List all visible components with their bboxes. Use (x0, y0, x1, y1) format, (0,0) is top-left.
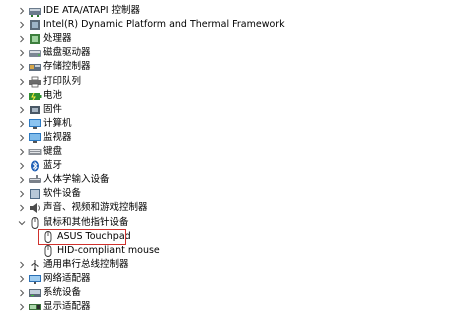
category-item[interactable]: 人体学输入设备 (0, 173, 451, 187)
item-label: 鼠标和其他指针设备 (43, 216, 129, 228)
chevron-right-icon[interactable] (17, 131, 27, 145)
chevron-right-icon[interactable] (17, 103, 27, 117)
monitor-icon (28, 132, 42, 144)
category-item[interactable]: 蓝牙 (0, 159, 451, 173)
item-label: IDE ATA/ATAPI 控制器 (43, 5, 141, 16)
device-tree: IDE ATA/ATAPI 控制器 Intel(R) Dynamic Platfo… (0, 0, 451, 312)
chevron-right-icon[interactable] (17, 46, 27, 60)
chevron-right-icon[interactable] (17, 4, 27, 18)
category-item[interactable]: 打印队列 (0, 75, 451, 89)
chevron-down-icon[interactable] (17, 216, 27, 230)
item-label: 固件 (43, 103, 63, 115)
hid-icon (28, 174, 42, 186)
item-label: HID-compliant mouse (57, 244, 160, 256)
chevron-right-icon[interactable] (17, 201, 27, 215)
category-item[interactable]: 计算机 (0, 117, 451, 131)
storage-controller-icon (28, 61, 42, 73)
chevron-right-icon[interactable] (17, 89, 27, 103)
selection-highlight-box (38, 228, 126, 245)
computer-icon (28, 118, 42, 130)
item-label: 打印队列 (43, 75, 82, 87)
firmware-icon (28, 104, 42, 116)
category-item[interactable]: 电池 (0, 89, 451, 103)
item-label: 通用串行总线控制器 (43, 258, 129, 270)
category-item[interactable]: Intel(R) Dynamic Platform and Thermal Fr… (0, 18, 451, 32)
category-item[interactable]: 键盘 (0, 145, 451, 159)
mouse-icon (41, 244, 55, 257)
disk-drive-icon (28, 47, 42, 59)
category-item[interactable]: 处理器 (0, 32, 451, 46)
software-device-icon (28, 188, 42, 200)
thermal-framework-icon (28, 19, 42, 31)
device-item[interactable]: ASUS Touchpad (0, 228, 451, 245)
item-label: 电池 (43, 89, 63, 101)
system-device-icon (28, 287, 42, 299)
category-item[interactable]: 网络适配器 (0, 272, 451, 286)
sound-icon (28, 202, 42, 214)
item-label: 计算机 (43, 117, 72, 129)
item-label: 人体学输入设备 (43, 174, 110, 186)
battery-icon (28, 90, 42, 102)
display-adapter-icon (28, 301, 42, 313)
network-adapter-icon (28, 273, 42, 285)
item-label: 软件设备 (43, 188, 82, 200)
category-item[interactable]: 鼠标和其他指针设备 (0, 216, 451, 230)
item-label: Intel(R) Dynamic Platform and Thermal Fr… (43, 19, 285, 31)
item-label: 声音、视频和游戏控制器 (43, 202, 148, 214)
category-item[interactable]: 通用串行总线控制器 (0, 258, 451, 272)
mouse-icon (28, 216, 42, 229)
ide-controller-icon (28, 5, 42, 17)
chevron-right-icon[interactable] (17, 60, 27, 74)
chevron-right-icon[interactable] (17, 187, 27, 201)
item-label: 显示适配器 (43, 301, 91, 313)
chevron-right-icon[interactable] (17, 117, 27, 131)
category-item[interactable]: 显示适配器 (0, 300, 451, 314)
item-label: 系统设备 (43, 287, 82, 298)
item-label: 存储控制器 (43, 61, 91, 73)
usb-icon (28, 259, 42, 271)
chevron-right-icon[interactable] (17, 159, 27, 173)
device-item[interactable]: HID-compliant mouse (0, 244, 451, 258)
processor-icon (28, 33, 42, 45)
item-label: 网络适配器 (43, 272, 91, 284)
item-label: 蓝牙 (43, 160, 63, 172)
chevron-right-icon[interactable] (17, 32, 27, 46)
category-item[interactable]: IDE ATA/ATAPI 控制器 (0, 4, 451, 18)
chevron-right-icon[interactable] (17, 75, 27, 89)
category-item[interactable]: 磁盘驱动器 (0, 46, 451, 60)
category-item[interactable]: 系统设备 (0, 286, 451, 300)
category-item[interactable]: 声音、视频和游戏控制器 (0, 201, 451, 215)
chevron-right-icon[interactable] (17, 18, 27, 32)
item-label: 磁盘驱动器 (43, 47, 91, 59)
item-label: 键盘 (43, 146, 63, 157)
keyboard-icon (28, 146, 42, 158)
category-item[interactable]: 监视器 (0, 131, 451, 145)
printer-icon (28, 76, 42, 88)
category-item[interactable]: 固件 (0, 103, 451, 117)
chevron-right-icon[interactable] (17, 145, 27, 159)
chevron-right-icon[interactable] (17, 272, 27, 286)
chevron-right-icon[interactable] (17, 286, 27, 300)
chevron-right-icon[interactable] (17, 173, 27, 187)
chevron-right-icon[interactable] (17, 300, 27, 314)
category-item[interactable]: 存储控制器 (0, 60, 451, 74)
chevron-right-icon[interactable] (17, 258, 27, 272)
item-label: 监视器 (43, 131, 72, 143)
category-item[interactable]: 软件设备 (0, 187, 451, 201)
bluetooth-icon (28, 160, 42, 172)
item-label: 处理器 (43, 33, 72, 45)
